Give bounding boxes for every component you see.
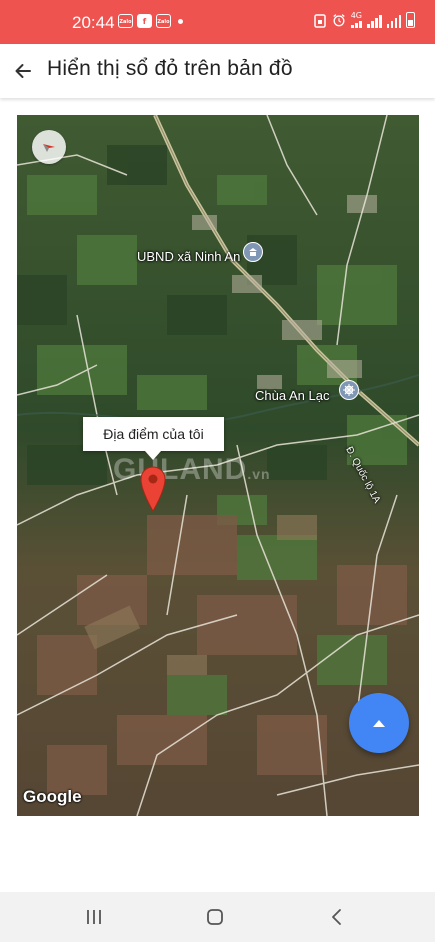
facebook-icon: f: [137, 14, 152, 28]
pagoda-poi-icon[interactable]: [339, 380, 359, 400]
compass-icon: [43, 144, 55, 152]
network-type: 4G: [350, 11, 362, 20]
lock-icon: [313, 14, 326, 28]
home-button[interactable]: [193, 902, 237, 932]
page-title: Hiển thị sổ đỏ trên bản đồ: [47, 57, 293, 80]
nav-back-button[interactable]: [315, 902, 359, 932]
system-icons: 4G: [313, 12, 415, 28]
watermark-suffix: .vn: [247, 466, 271, 482]
arrow-left-icon: [15, 64, 31, 78]
watermark-logo: GULAND.vn: [113, 453, 271, 487]
system-nav-bar: [0, 892, 435, 942]
zalo-icon: Zalo: [156, 14, 171, 28]
map-label-ubnd: UBND xã Ninh An: [137, 249, 241, 264]
compass-button[interactable]: [32, 130, 66, 164]
signal-icon: [386, 14, 401, 28]
chevron-up-icon: [373, 720, 385, 727]
map-view[interactable]: UBND xã Ninh An Chùa An Lạc Đ. Quốc lộ 1…: [17, 115, 419, 816]
expand-fab-button[interactable]: [349, 693, 409, 753]
alarm-icon: [333, 14, 345, 27]
notification-icons: Zalo f Zalo: [118, 14, 183, 28]
app-bar: Hiển thị sổ đỏ trên bản đồ: [0, 44, 435, 98]
location-marker-icon[interactable]: [139, 465, 167, 513]
recents-icon: [87, 910, 101, 924]
marker-info-window[interactable]: Địa điểm của tôi: [83, 417, 224, 460]
google-attribution: Google: [23, 787, 82, 806]
status-bar: 20:44 Zalo f Zalo 4G: [0, 0, 435, 44]
recents-button[interactable]: [72, 902, 116, 932]
government-poi-icon[interactable]: [243, 242, 263, 262]
back-icon: [332, 909, 341, 925]
zalo-icon: Zalo: [118, 14, 133, 28]
back-button[interactable]: [8, 56, 38, 86]
map-label-pagoda: Chùa An Lạc: [255, 388, 330, 403]
watermark-text: GULAND: [113, 453, 248, 486]
battery-icon: [406, 12, 415, 28]
home-icon: [207, 909, 223, 925]
info-window-text: Địa điểm của tôi: [103, 426, 204, 442]
mobile-signal-icon: [351, 20, 362, 28]
more-notifications-icon: [178, 18, 183, 24]
status-time: 20:44: [72, 13, 115, 32]
signal-icon: [367, 14, 382, 28]
